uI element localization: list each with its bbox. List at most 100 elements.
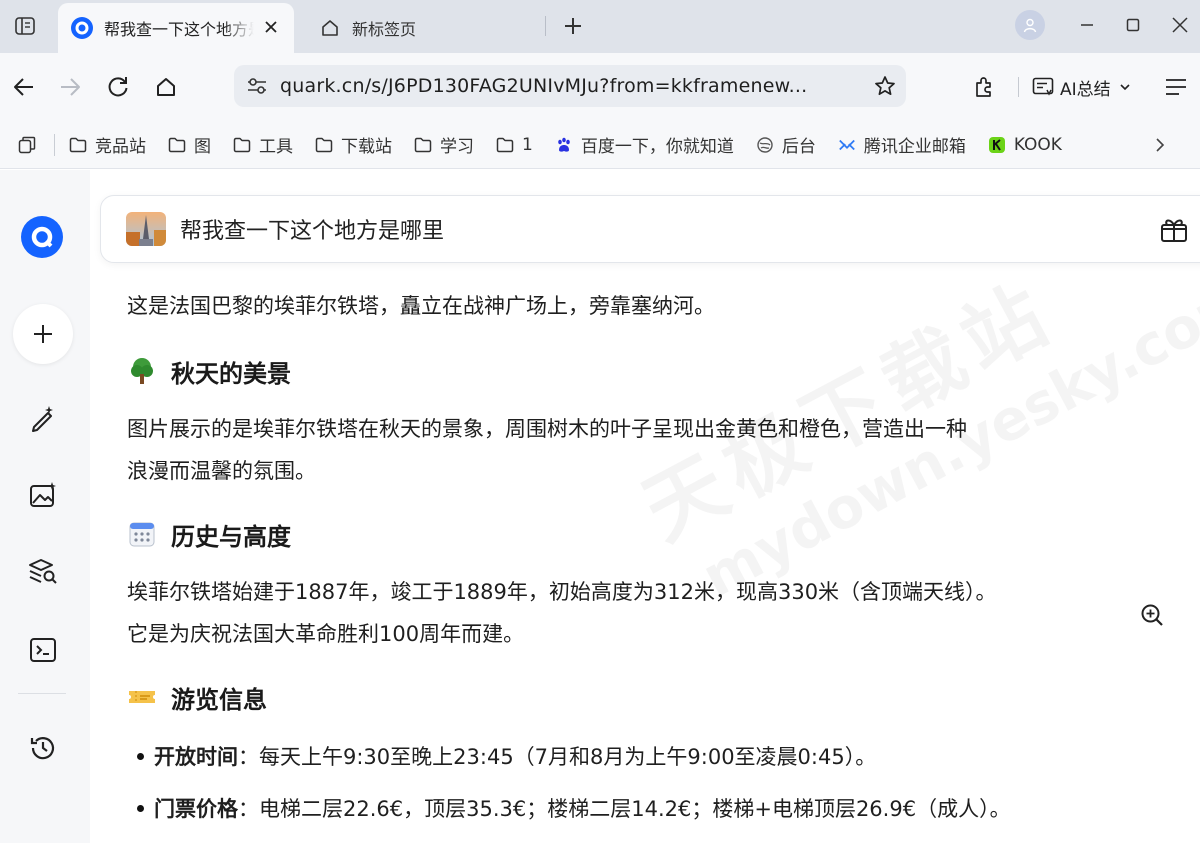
ai-write-icon[interactable] — [21, 396, 65, 440]
list-item: 门票价格 ：电梯二层22.6€，顶层35.3€；楼梯二层14.2€；楼梯+电梯顶… — [127, 788, 1011, 828]
bookmark-item[interactable]: 百度一下，你就知道 — [555, 130, 734, 160]
folder-icon — [69, 136, 87, 154]
ai-summary-icon — [1032, 77, 1054, 96]
section-heading: 游览信息 — [127, 677, 267, 717]
bookmark-item[interactable]: 竞品站 — [69, 130, 146, 160]
bullet-dot — [137, 804, 144, 812]
rail-divider — [18, 693, 66, 694]
section-title: 游览信息 — [171, 685, 267, 714]
section-paragraph-line: 图片展示的是埃菲尔铁塔在秋天的景象，周围树木的叶子呈现出金黄色和橙色，营造出一种 — [127, 417, 967, 441]
answer-intro: 这是法国巴黎的埃菲尔铁塔，矗立在战神广场上，旁靠塞纳河。 — [127, 294, 715, 318]
bookmark-item[interactable]: 学习 — [414, 130, 474, 160]
bookmark-label: 图 — [194, 137, 211, 157]
left-rail — [0, 170, 90, 843]
query-text: 帮我查一下这个地方是哪里 — [180, 219, 445, 244]
url-text[interactable]: quark.cn/s/J6PD130FAG2UNIvMJu?from=kkfra… — [280, 75, 864, 97]
list-item-text: ：每天上午9:30至晚上23:45（7月和8月为上午9:00至凌晨0:45）。 — [238, 745, 877, 769]
bookmarks-divider — [54, 133, 55, 156]
minimize-button[interactable] — [1070, 10, 1104, 40]
tab-title: 帮我查一下这个地方是哪里 — [104, 20, 254, 39]
quark-logo-icon[interactable] — [21, 216, 63, 258]
menu-icon[interactable] — [1158, 69, 1194, 105]
watermark: 天极下载站 mydown.yesky.com — [620, 197, 1200, 725]
bookmark-label: 后台 — [781, 137, 816, 157]
folder-icon — [414, 136, 432, 154]
site-settings-icon[interactable] — [234, 65, 280, 107]
watermark-line: mydown.yesky.com — [692, 265, 1200, 611]
page-content: 帮我查一下这个地方是哪里 这是法国巴黎的埃菲尔铁塔，矗立在战神广场上，旁靠塞纳河… — [0, 170, 1200, 843]
bookmark-star-icon[interactable] — [864, 65, 906, 107]
maximize-button[interactable] — [1116, 10, 1150, 40]
section-heading: 历史与高度 — [127, 514, 291, 554]
folder-icon — [496, 136, 514, 154]
plus-icon — [34, 325, 52, 343]
query-image-thumbnail[interactable] — [126, 212, 166, 246]
section-title: 秋天的美景 — [171, 359, 291, 388]
back-button[interactable] — [6, 69, 42, 105]
tab-title: 新标签页 — [352, 20, 417, 39]
terminal-icon[interactable] — [21, 628, 65, 672]
globe-icon — [756, 136, 774, 154]
tab-search-icon[interactable] — [0, 121, 54, 169]
chevron-right-icon[interactable] — [1148, 133, 1172, 157]
new-chat-button[interactable] — [13, 304, 73, 364]
ai-image-icon[interactable] — [21, 473, 65, 517]
gift-icon[interactable] — [1159, 214, 1191, 246]
close-window-button[interactable] — [1163, 10, 1197, 40]
ticket-icon — [127, 682, 157, 712]
query-bar[interactable]: 帮我查一下这个地方是哪里 — [100, 195, 1200, 263]
bookmark-label: 工具 — [259, 137, 293, 157]
history-icon[interactable] — [21, 726, 65, 770]
tab-divider — [545, 16, 546, 36]
quark-favicon-icon — [70, 16, 94, 40]
tree-icon — [127, 356, 157, 386]
bookmark-item[interactable]: KOOK — [988, 130, 1062, 160]
bookmark-item[interactable]: 图 — [168, 130, 211, 160]
profile-avatar[interactable] — [1015, 10, 1045, 40]
bookmark-item[interactable]: 1 — [496, 130, 533, 160]
kook-icon — [988, 136, 1006, 154]
bookmark-item[interactable]: 腾讯企业邮箱 — [838, 130, 966, 160]
folder-icon — [168, 136, 186, 154]
bookmark-item[interactable]: 后台 — [756, 130, 816, 160]
ai-search-icon[interactable] — [21, 549, 65, 593]
home-button[interactable] — [148, 69, 184, 105]
bookmark-item[interactable]: 下载站 — [315, 130, 392, 160]
close-tab-icon[interactable] — [260, 16, 282, 38]
extensions-icon[interactable] — [966, 69, 1002, 105]
baidu-paw-icon — [555, 136, 573, 154]
section-heading: 秋天的美景 — [127, 351, 291, 391]
tab-active[interactable]: 帮我查一下这个地方是哪里 — [58, 3, 294, 53]
chevron-down-icon — [1120, 84, 1130, 91]
folder-icon — [315, 136, 333, 154]
forward-button[interactable] — [52, 69, 88, 105]
section-paragraph-line: 浪漫而温馨的氛围。 — [127, 459, 316, 483]
list-item-text: ：电梯二层22.6€，顶层35.3€；楼梯二层14.2€；楼梯+电梯顶层26.9… — [238, 797, 1011, 821]
bookmark-list: 竞品站 图 工具 下载站 学习 1 百度一下，你就知道 后台 腾讯企业邮箱 KOOK — [69, 130, 1084, 160]
navigation-toolbar: quark.cn/s/J6PD130FAG2UNIvMJu?from=kkfra… — [0, 53, 1200, 121]
bookmark-item[interactable]: 工具 — [233, 130, 293, 160]
toolbar-divider — [1018, 77, 1019, 97]
tab-strip: 帮我查一下这个地方是哪里 新标签页 — [0, 0, 1200, 53]
tab-new-tab[interactable]: 新标签页 — [306, 3, 546, 53]
list-item-label: 开放时间 — [154, 745, 238, 769]
bookmark-label: 下载站 — [341, 137, 392, 157]
bookmark-label: 竞品站 — [95, 137, 146, 157]
ai-summary-button[interactable]: AI总结 — [1032, 71, 1131, 103]
section-title: 历史与高度 — [171, 522, 291, 551]
calendar-icon — [127, 519, 157, 549]
ai-summary-label: AI总结 — [1060, 79, 1111, 100]
section-paragraph-line: 埃菲尔铁塔始建于1887年，竣工于1889年，初始高度为312米，现高330米（… — [127, 580, 997, 604]
bookmark-label: 学习 — [440, 137, 474, 157]
address-bar[interactable]: quark.cn/s/J6PD130FAG2UNIvMJu?from=kkfra… — [234, 65, 906, 107]
bookmark-label: KOOK — [1013, 134, 1062, 155]
tencent-mail-icon — [838, 136, 856, 154]
reload-button[interactable] — [100, 69, 136, 105]
list-item-label: 门票价格 — [154, 797, 238, 821]
bookmark-label: 百度一下，你就知道 — [580, 137, 734, 157]
new-tab-button[interactable] — [558, 11, 588, 41]
bookmark-label: 腾讯企业邮箱 — [863, 137, 966, 157]
bullet-dot — [137, 752, 144, 760]
zoom-in-icon[interactable] — [1137, 600, 1167, 630]
vertical-tabs-icon[interactable] — [8, 10, 42, 42]
